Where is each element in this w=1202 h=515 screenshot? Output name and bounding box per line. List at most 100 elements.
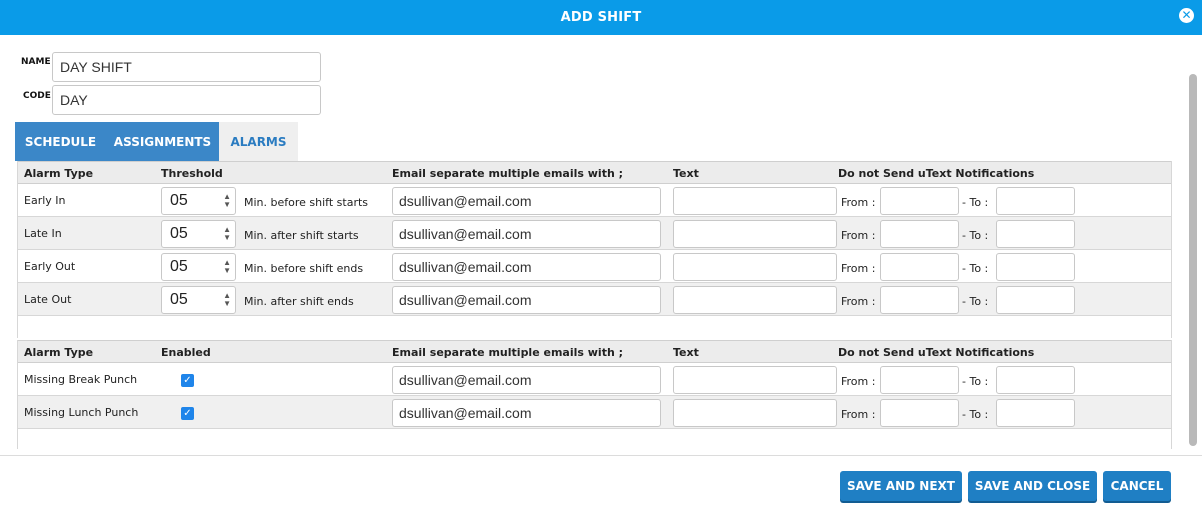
threshold-value: 05 xyxy=(170,192,188,209)
save-and-close-button[interactable]: SAVE AND CLOSE xyxy=(968,471,1097,501)
cancel-button[interactable]: CANCEL xyxy=(1103,471,1171,501)
from-time-input[interactable] xyxy=(880,220,959,248)
from-label: From : xyxy=(841,408,876,421)
tab-alarms-label: ALARMS xyxy=(230,134,287,149)
alarm-type-cell: Late In xyxy=(24,227,62,240)
threshold-description: Min. before shift ends xyxy=(244,262,364,275)
threshold-value: 05 xyxy=(170,258,188,275)
to-label: - To : xyxy=(962,262,989,275)
save-and-next-button[interactable]: SAVE AND NEXT xyxy=(840,471,962,501)
email-input[interactable]: dsullivan@email.com xyxy=(392,187,661,215)
alarm-type-cell: Early Out xyxy=(24,260,76,273)
tab-assignments-label: ASSIGNMENTS xyxy=(113,134,212,149)
to-label: - To : xyxy=(962,295,989,308)
dialog-title-bar: ADD SHIFT ✕ xyxy=(0,0,1202,35)
email-input[interactable]: dsullivan@email.com xyxy=(392,399,661,427)
alarm-type-cell: Missing Break Punch xyxy=(24,373,138,386)
alarm-type-cell: Late Out xyxy=(24,293,72,306)
header-alarm-type: Alarm Type xyxy=(24,346,94,359)
tab-alarms[interactable]: ALARMS xyxy=(219,122,298,161)
from-label: From : xyxy=(841,262,876,275)
from-time-input[interactable] xyxy=(880,399,959,427)
header-alarm-type: Alarm Type xyxy=(24,167,94,180)
table-row: Missing Lunch Punch ✓ dsullivan@email.co… xyxy=(18,396,1171,429)
threshold-value: 05 xyxy=(170,291,188,308)
name-label: NAME xyxy=(21,57,51,67)
table-row: Late In 05 ▲ ▼ Min. after shift starts dsu… xyxy=(18,217,1171,250)
threshold-stepper[interactable]: 05 ▲ ▼ xyxy=(161,220,236,248)
email-input[interactable]: dsullivan@email.com xyxy=(392,366,661,394)
table-row: Missing Break Punch ✓ dsullivan@email.co… xyxy=(18,363,1171,396)
table-row: Late Out 05 ▲ ▼ Min. after shift ends dsul… xyxy=(18,283,1171,316)
from-time-input[interactable] xyxy=(880,253,959,281)
to-time-input[interactable] xyxy=(996,187,1075,215)
code-label: CODE xyxy=(23,91,51,101)
email-input[interactable]: dsullivan@email.com xyxy=(392,286,661,314)
stepper-arrows-icon[interactable]: ▲ ▼ xyxy=(223,226,231,242)
close-icon[interactable]: ✕ xyxy=(1179,8,1194,23)
to-label: - To : xyxy=(962,196,989,209)
table-header: Alarm Type Enabled Email separate multip… xyxy=(18,340,1171,363)
name-input[interactable]: DAY SHIFT xyxy=(52,52,321,82)
to-time-input[interactable] xyxy=(996,366,1075,394)
text-input[interactable] xyxy=(673,253,837,281)
to-label: - To : xyxy=(962,229,989,242)
to-time-input[interactable] xyxy=(996,399,1075,427)
header-text: Text xyxy=(673,346,699,359)
from-label: From : xyxy=(841,229,876,242)
table-spacer xyxy=(18,316,1171,338)
stepper-arrows-icon[interactable]: ▲ ▼ xyxy=(223,193,231,209)
text-input[interactable] xyxy=(673,220,837,248)
tab-schedule[interactable]: SCHEDULE xyxy=(15,122,106,161)
email-input[interactable]: dsullivan@email.com xyxy=(392,253,661,281)
stepper-arrows-icon[interactable]: ▲ ▼ xyxy=(223,259,231,275)
table-row: Early Out 05 ▲ ▼ Min. before shift ends ds… xyxy=(18,250,1171,283)
vertical-scrollbar[interactable] xyxy=(1189,74,1197,446)
dialog-body: NAME DAY SHIFT CODE DAY SCHEDULE ASSIGNM… xyxy=(0,35,1202,455)
threshold-alarms-table: Alarm Type Threshold Email separate mult… xyxy=(17,161,1172,338)
header-text: Text xyxy=(673,167,699,180)
from-label: From : xyxy=(841,295,876,308)
header-enabled: Enabled xyxy=(161,346,211,359)
email-input[interactable]: dsullivan@email.com xyxy=(392,220,661,248)
code-input[interactable]: DAY xyxy=(52,85,321,115)
threshold-value: 05 xyxy=(170,225,188,242)
threshold-stepper[interactable]: 05 ▲ ▼ xyxy=(161,253,236,281)
header-no-send: Do not Send uText Notifications xyxy=(838,346,1035,359)
threshold-stepper[interactable]: 05 ▲ ▼ xyxy=(161,187,236,215)
stepper-arrows-icon[interactable]: ▲ ▼ xyxy=(223,292,231,308)
text-input[interactable] xyxy=(673,187,837,215)
header-email: Email separate multiple emails with ; xyxy=(392,346,624,359)
enabled-alarms-table: Alarm Type Enabled Email separate multip… xyxy=(17,340,1172,449)
to-label: - To : xyxy=(962,375,989,388)
to-label: - To : xyxy=(962,408,989,421)
from-time-input[interactable] xyxy=(880,286,959,314)
text-input[interactable] xyxy=(673,366,837,394)
header-threshold: Threshold xyxy=(161,167,223,180)
alarm-type-cell: Early In xyxy=(24,194,66,207)
enabled-checkbox[interactable]: ✓ xyxy=(181,407,194,420)
table-spacer xyxy=(18,429,1171,449)
to-time-input[interactable] xyxy=(996,286,1075,314)
from-label: From : xyxy=(841,196,876,209)
threshold-description: Min. after shift starts xyxy=(244,229,359,242)
enabled-checkbox[interactable]: ✓ xyxy=(181,374,194,387)
tab-schedule-label: SCHEDULE xyxy=(24,134,97,149)
table-row: Early In 05 ▲ ▼ Min. before shift starts d… xyxy=(18,184,1171,217)
to-time-input[interactable] xyxy=(996,220,1075,248)
from-time-input[interactable] xyxy=(880,366,959,394)
table-header: Alarm Type Threshold Email separate mult… xyxy=(18,161,1171,184)
from-label: From : xyxy=(841,375,876,388)
dialog-title: ADD SHIFT xyxy=(560,10,642,25)
threshold-stepper[interactable]: 05 ▲ ▼ xyxy=(161,286,236,314)
tab-assignments[interactable]: ASSIGNMENTS xyxy=(106,122,219,161)
from-time-input[interactable] xyxy=(880,187,959,215)
text-input[interactable] xyxy=(673,399,837,427)
text-input[interactable] xyxy=(673,286,837,314)
threshold-description: Min. after shift ends xyxy=(244,295,354,308)
alarm-type-cell: Missing Lunch Punch xyxy=(24,406,139,419)
header-email: Email separate multiple emails with ; xyxy=(392,167,624,180)
to-time-input[interactable] xyxy=(996,253,1075,281)
header-no-send: Do not Send uText Notifications xyxy=(838,167,1035,180)
dialog-footer: SAVE AND NEXT SAVE AND CLOSE CANCEL xyxy=(0,455,1202,515)
